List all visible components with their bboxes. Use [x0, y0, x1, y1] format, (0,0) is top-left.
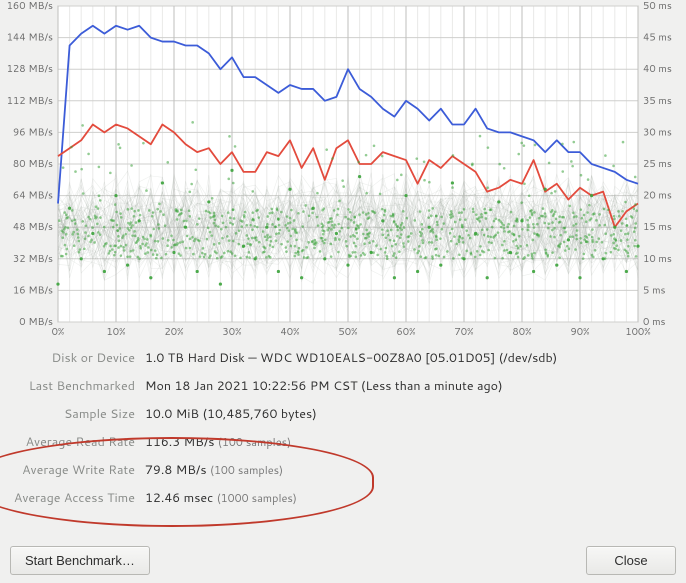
svg-text:35 ms: 35 ms: [643, 94, 672, 108]
svg-text:0%: 0%: [52, 325, 65, 339]
svg-text:128 MB/s: 128 MB/s: [7, 62, 53, 76]
svg-text:0 MB/s: 0 MB/s: [19, 315, 53, 329]
svg-text:50%: 50%: [338, 325, 357, 339]
row-avg-read: Average Read Rate 116.3 MB/s (100 sample…: [0, 436, 686, 452]
svg-text:48 MB/s: 48 MB/s: [13, 220, 53, 234]
value-avg-read-sub: (100 samples): [218, 434, 291, 450]
button-bar: Start Benchmark… Close: [0, 539, 686, 583]
svg-text:25 ms: 25 ms: [643, 157, 672, 171]
svg-text:5 ms: 5 ms: [643, 283, 666, 297]
label-avg-read: Average Read Rate: [0, 436, 145, 449]
row-sample-size: Sample Size 10.0 MiB (10,485,760 bytes): [0, 408, 686, 424]
benchmark-info: Disk or Device 1.0 TB Hard Disk — WDC WD…: [0, 352, 686, 520]
svg-text:20%: 20%: [164, 325, 183, 339]
value-avg-read: 116.3 MB/s (100 samples): [145, 436, 291, 449]
svg-text:144 MB/s: 144 MB/s: [7, 31, 53, 45]
row-disk-or-device: Disk or Device 1.0 TB Hard Disk — WDC WD…: [0, 352, 686, 368]
svg-text:32 MB/s: 32 MB/s: [13, 252, 53, 266]
benchmark-dialog: 0 MB/s0 ms16 MB/s5 ms32 MB/s10 ms48 MB/s…: [0, 0, 686, 583]
value-avg-write-sub: (100 samples): [210, 462, 283, 478]
value-avg-access-sub: (1000 samples): [217, 490, 297, 506]
start-benchmark-button[interactable]: Start Benchmark…: [10, 546, 150, 575]
value-avg-write-main: 79.8 MB/s: [145, 461, 207, 479]
row-avg-access: Average Access Time 12.46 msec (1000 sam…: [0, 492, 686, 508]
svg-text:15 ms: 15 ms: [643, 220, 672, 234]
svg-text:10 ms: 10 ms: [643, 252, 672, 266]
svg-text:160 MB/s: 160 MB/s: [7, 0, 53, 13]
value-avg-write: 79.8 MB/s (100 samples): [145, 464, 283, 477]
svg-text:70%: 70%: [454, 325, 473, 339]
svg-text:40 ms: 40 ms: [643, 62, 672, 76]
svg-text:80 MB/s: 80 MB/s: [13, 157, 53, 171]
svg-text:16 MB/s: 16 MB/s: [13, 283, 53, 297]
svg-text:45 ms: 45 ms: [643, 31, 672, 45]
svg-text:80%: 80%: [512, 325, 531, 339]
svg-text:30 ms: 30 ms: [643, 125, 672, 139]
svg-text:40%: 40%: [280, 325, 299, 339]
row-last-benchmarked: Last Benchmarked Mon 18 Jan 2021 10:22:5…: [0, 380, 686, 396]
chart-svg: 0 MB/s0 ms16 MB/s5 ms32 MB/s10 ms48 MB/s…: [6, 0, 680, 342]
label-last-benchmarked: Last Benchmarked: [0, 380, 145, 393]
row-avg-write: Average Write Rate 79.8 MB/s (100 sample…: [0, 464, 686, 480]
value-avg-read-main: 116.3 MB/s: [145, 433, 214, 451]
svg-text:64 MB/s: 64 MB/s: [13, 189, 53, 203]
label-avg-write: Average Write Rate: [0, 464, 145, 477]
value-sample-size: 10.0 MiB (10,485,760 bytes): [145, 408, 317, 421]
svg-text:10%: 10%: [106, 325, 125, 339]
value-avg-access: 12.46 msec (1000 samples): [145, 492, 297, 505]
svg-text:50 ms: 50 ms: [643, 0, 672, 13]
label-sample-size: Sample Size: [0, 408, 145, 421]
value-avg-access-main: 12.46 msec: [145, 489, 213, 507]
svg-text:112 MB/s: 112 MB/s: [7, 94, 53, 108]
svg-text:30%: 30%: [222, 325, 241, 339]
svg-text:20 ms: 20 ms: [643, 189, 672, 203]
value-disk-or-device: 1.0 TB Hard Disk — WDC WD10EALS-00Z8A0 […: [145, 352, 557, 365]
value-last-benchmarked: Mon 18 Jan 2021 10:22:56 PM CST (Less th…: [145, 380, 503, 393]
svg-text:60%: 60%: [396, 325, 415, 339]
benchmark-chart: 0 MB/s0 ms16 MB/s5 ms32 MB/s10 ms48 MB/s…: [6, 0, 680, 342]
label-avg-access: Average Access Time: [0, 492, 145, 505]
svg-text:96 MB/s: 96 MB/s: [13, 125, 53, 139]
label-disk-or-device: Disk or Device: [0, 352, 145, 365]
close-button[interactable]: Close: [586, 546, 676, 575]
svg-text:100%: 100%: [625, 325, 651, 339]
svg-text:90%: 90%: [570, 325, 589, 339]
